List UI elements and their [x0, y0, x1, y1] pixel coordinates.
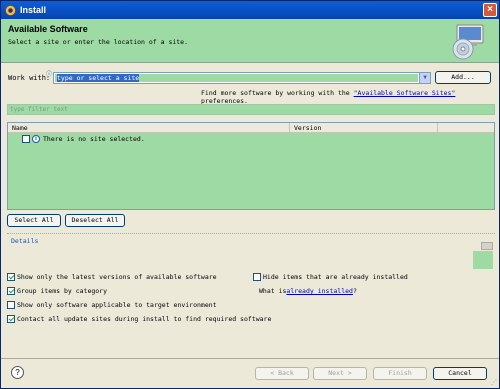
option-contact-sites[interactable]: Contact all update sites during install …	[7, 315, 271, 323]
eclipse-app-icon	[5, 4, 16, 16]
group-by-category-checkbox[interactable]	[7, 287, 15, 295]
resize-grip-icon[interactable]: ⋰	[491, 379, 497, 386]
wizard-banner: Available Software Select a site or ente…	[1, 19, 499, 63]
available-sites-link[interactable]: "Available Software Sites"	[354, 89, 456, 97]
work-with-label: Work with:	[8, 74, 51, 82]
finish-button[interactable]: Finish	[373, 367, 427, 380]
row-text: There is no site selected.	[43, 135, 145, 143]
what-is-suffix: ?	[352, 287, 357, 295]
deselect-all-label: Deselect All	[71, 216, 119, 224]
add-site-button[interactable]: Add...	[435, 71, 491, 84]
deselect-all-button[interactable]: Deselect All	[65, 214, 125, 227]
option-hide-installed[interactable]: Hide items that are already installed	[253, 273, 408, 281]
table-header: Name Version	[8, 123, 494, 133]
install-cd-icon	[452, 24, 484, 60]
work-with-input[interactable]: type or select a site	[55, 74, 418, 82]
chevron-down-icon[interactable]: ▼	[419, 73, 430, 83]
title-bar: Install ×	[1, 1, 499, 19]
find-more-prefix: Find more software by working with the	[201, 89, 354, 97]
filter-input[interactable]: type filter text	[7, 104, 495, 115]
option-group-by-category[interactable]: Group items by category	[7, 287, 107, 295]
install-dialog: Install × Available Software Select a si…	[0, 0, 500, 389]
help-icon[interactable]: ?	[11, 366, 24, 379]
what-is-installed-text: What is already installed?	[259, 287, 357, 295]
cancel-button[interactable]: Cancel	[433, 367, 487, 380]
details-scrollbar[interactable]	[473, 242, 493, 269]
contact-sites-label: Contact all update sites during install …	[17, 315, 272, 323]
work-with-value: type or select a site	[57, 74, 140, 82]
table-row[interactable]: i There is no site selected.	[22, 135, 145, 143]
hide-installed-label: Hide items that are already installed	[263, 273, 408, 281]
already-installed-link[interactable]: already installed	[286, 287, 353, 295]
select-all-label: Select All	[14, 216, 54, 224]
back-button[interactable]: < Back	[255, 367, 309, 380]
option-latest-versions[interactable]: Show only the latest versions of availab…	[7, 273, 217, 281]
next-button[interactable]: Next >	[313, 367, 367, 380]
scroll-up-button[interactable]	[481, 242, 493, 250]
group-by-category-label: Group items by category	[17, 287, 108, 295]
close-button[interactable]: ×	[483, 3, 497, 17]
hide-installed-checkbox[interactable]	[253, 273, 261, 281]
page-title: Available Software	[8, 24, 88, 34]
window-title: Install	[20, 5, 47, 15]
details-label: Details	[11, 237, 39, 245]
latest-versions-checkbox[interactable]	[7, 273, 15, 281]
find-more-text: Find more software by working with the "…	[201, 89, 499, 105]
details-area	[7, 233, 495, 269]
what-is-prefix: What is	[259, 287, 287, 295]
target-environment-label: Show only software applicable to target …	[17, 301, 217, 309]
target-environment-checkbox[interactable]	[7, 301, 15, 309]
column-header-version[interactable]: Version	[290, 123, 438, 133]
software-table[interactable]: Name Version i There is no site selected…	[7, 122, 495, 210]
row-checkbox[interactable]	[22, 135, 30, 143]
latest-versions-label: Show only the latest versions of availab…	[17, 273, 217, 281]
info-icon: i	[32, 135, 40, 143]
contact-sites-checkbox[interactable]	[7, 315, 15, 323]
option-target-environment[interactable]: Show only software applicable to target …	[7, 301, 217, 309]
work-with-combo[interactable]: type or select a site ▼	[53, 72, 431, 84]
select-all-button[interactable]: Select All	[7, 214, 61, 227]
footer-separator	[1, 358, 499, 359]
page-subtitle: Select a site or enter the location of a…	[8, 38, 189, 46]
column-header-name[interactable]: Name	[8, 123, 290, 133]
